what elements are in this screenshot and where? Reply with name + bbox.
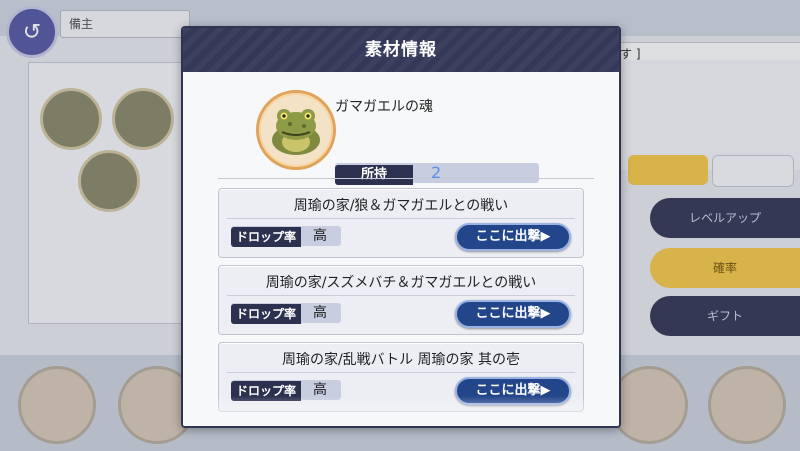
quest-divider xyxy=(227,295,575,296)
material-info-dialog: 素材情報 ガマガエルの魂 所持 2 必要 xyxy=(181,26,621,428)
drop-rate: ドロップ率 高 xyxy=(231,303,341,324)
drop-rate-label: ドロップ率 xyxy=(231,304,301,324)
drop-rate-value: 高 xyxy=(313,228,327,244)
sortie-button[interactable]: ここに出撃▶ xyxy=(455,223,571,251)
item-summary: ガマガエルの魂 所持 2 必要 4 xyxy=(183,72,619,210)
owned-label: 所持 xyxy=(335,165,413,185)
quest-divider xyxy=(227,218,575,219)
divider xyxy=(218,178,594,179)
item-name: ガマガエルの魂 xyxy=(335,99,433,115)
owned-row: 所持 2 xyxy=(335,163,539,185)
sortie-button[interactable]: ここに出撃▶ xyxy=(455,300,571,328)
dialog-title: 素材情報 xyxy=(183,28,619,72)
drop-rate: ドロップ率 高 xyxy=(231,226,341,247)
quest-card: 周瑜の家/スズメバチ＆ガマガエルとの戦い ドロップ率 高 ここに出撃▶ xyxy=(218,265,584,335)
quest-title: 周瑜の家/スズメバチ＆ガマガエルとの戦い xyxy=(265,275,537,291)
drop-rate-value: 高 xyxy=(313,305,327,321)
quest-card: 周瑜の家/狼＆ガマガエルとの戦い ドロップ率 高 ここに出撃▶ xyxy=(218,188,584,258)
quest-title: 周瑜の家/狼＆ガマガエルとの戦い xyxy=(293,198,509,214)
toad-illustration xyxy=(272,109,320,155)
quest-title: 周瑜の家/乱戦バトル 周瑜の家 其の壱 xyxy=(281,352,521,368)
scroll-fade xyxy=(183,396,619,426)
toad-icon xyxy=(256,90,336,170)
quest-divider xyxy=(227,372,575,373)
drop-rate-label: ドロップ率 xyxy=(231,227,301,247)
owned-value: 2 xyxy=(431,163,442,182)
